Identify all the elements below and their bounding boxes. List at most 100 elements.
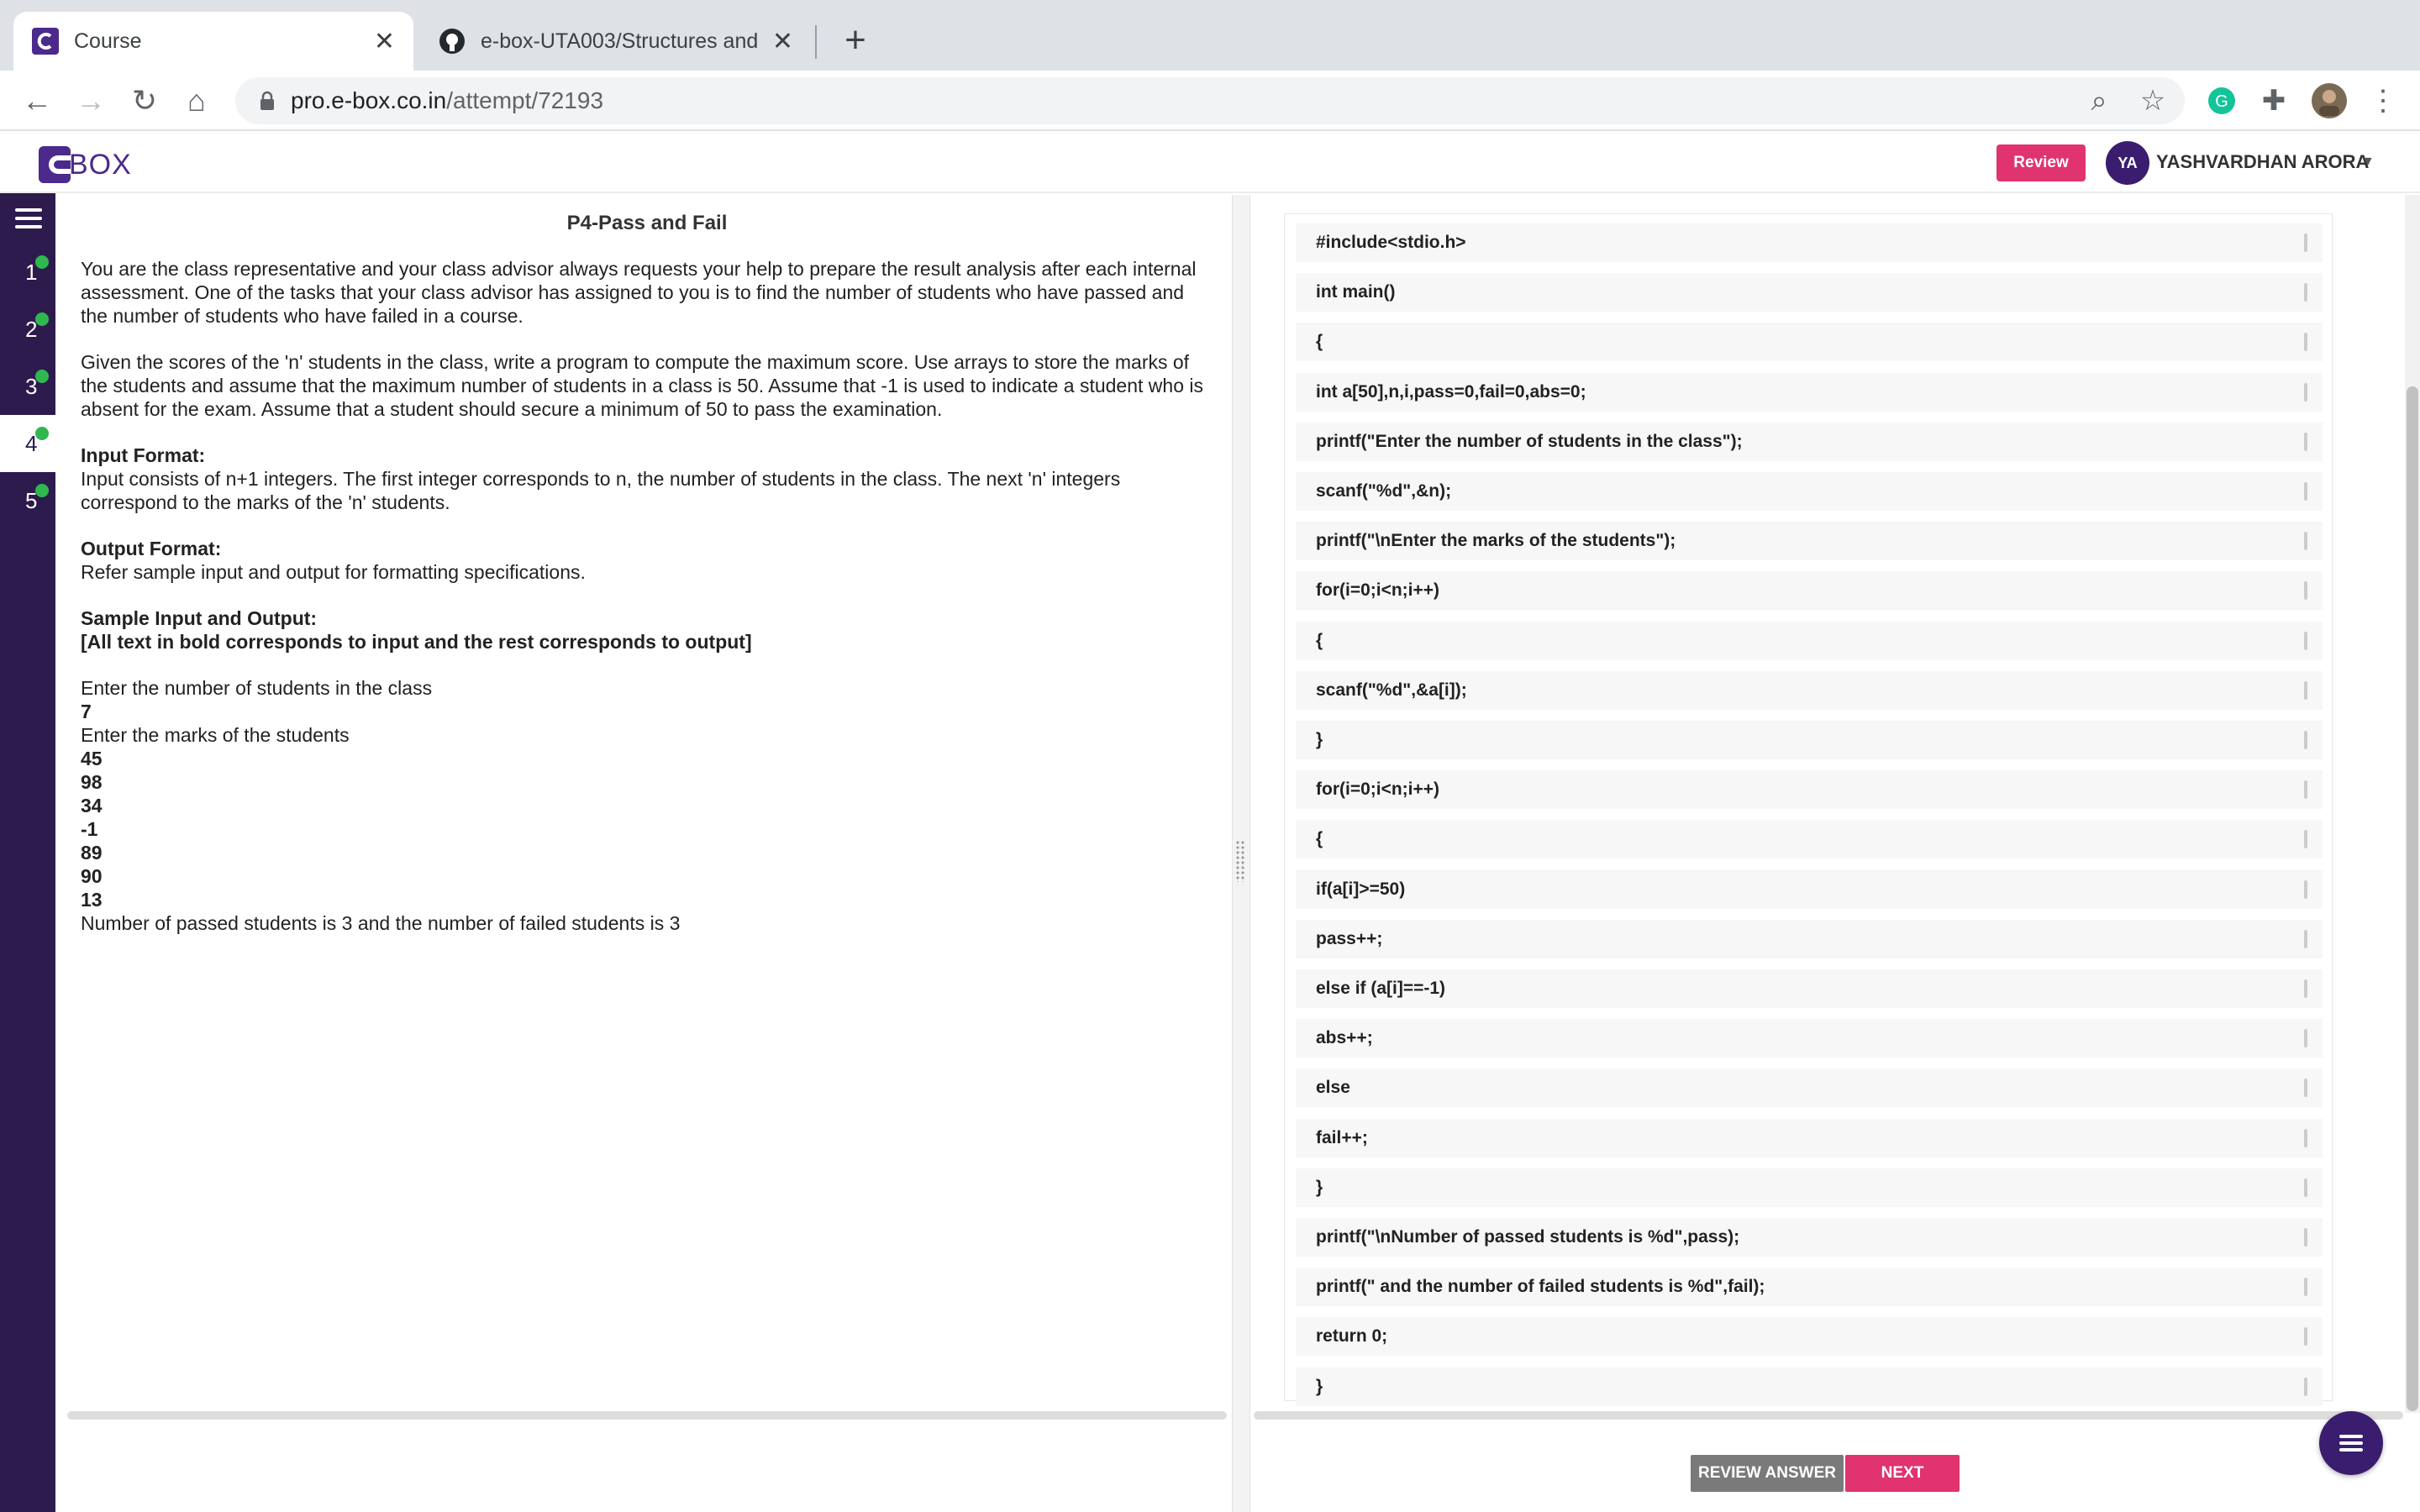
extensions-puzzle-icon[interactable]: ✚ (2254, 81, 2294, 121)
drag-handle-icon[interactable] (1235, 840, 1245, 882)
code-line[interactable]: pass++; (1296, 919, 2323, 958)
drag-handle-icon[interactable] (2304, 1278, 2307, 1297)
profile-avatar-icon[interactable] (2309, 81, 2349, 121)
horizontal-scrollbar[interactable] (1254, 1411, 2403, 1420)
bookmark-star-icon[interactable]: ☆ (2133, 81, 2173, 121)
drag-handle-icon[interactable] (2304, 1377, 2307, 1396)
horizontal-scrollbar[interactable] (67, 1411, 1227, 1420)
problem-title: P4-Pass and Fail (566, 212, 728, 234)
home-icon[interactable]: ⌂ (175, 79, 218, 123)
review-answer-button[interactable]: REVIEW ANSWER (1691, 1455, 1844, 1492)
vertical-scrollbar[interactable] (2407, 386, 2418, 1411)
question-nav-item[interactable]: 3 (0, 358, 55, 415)
review-button[interactable]: Review (1996, 144, 2086, 181)
drag-handle-icon[interactable] (2304, 979, 2307, 998)
drag-handle-icon[interactable] (2304, 680, 2307, 700)
drag-handle-icon[interactable] (2304, 234, 2307, 252)
code-line[interactable]: int main() (1296, 273, 2323, 312)
drag-handle-icon[interactable] (2304, 929, 2307, 948)
code-line[interactable]: { (1296, 621, 2323, 660)
sample-note: [All text in bold corresponds to input a… (81, 631, 752, 653)
close-tab-icon[interactable]: ✕ (374, 27, 395, 56)
drag-handle-icon[interactable] (2304, 1029, 2307, 1048)
code-line[interactable]: return 0; (1296, 1317, 2323, 1357)
code-line[interactable]: scanf("%d",&n); (1296, 472, 2323, 511)
check-icon (35, 484, 49, 497)
drag-handle-icon[interactable] (2304, 631, 2307, 650)
drag-handle-icon[interactable] (2304, 382, 2307, 402)
user-name[interactable]: YASHVARDHAN ARORA (2156, 151, 2369, 173)
ebox-logo-mark-icon (39, 146, 71, 183)
drag-handle-icon[interactable] (2304, 482, 2307, 501)
code-line[interactable]: else if (a[i]==-1) (1296, 969, 2323, 1008)
code-line[interactable]: #include<stdio.h> (1296, 223, 2323, 262)
menu-hamburger-icon[interactable] (0, 193, 55, 244)
drag-handle-icon[interactable] (2304, 333, 2307, 352)
drag-handle-icon[interactable] (2304, 1128, 2307, 1147)
drag-handle-icon[interactable] (2304, 830, 2307, 849)
question-nav-item[interactable]: 4 (0, 415, 55, 472)
code-line[interactable]: } (1296, 1168, 2323, 1207)
zoom-icon[interactable]: ⌕ (2079, 81, 2119, 121)
github-icon (439, 29, 465, 54)
code-line[interactable]: } (1296, 721, 2323, 759)
browser-menu-icon[interactable]: ⋮ (2363, 81, 2403, 121)
code-line[interactable]: else (1296, 1068, 2323, 1108)
question-number: 1 (25, 260, 38, 285)
next-button[interactable]: NEXT (1845, 1455, 1960, 1492)
code-line-text: int main() (1316, 282, 1396, 302)
address-bar[interactable]: pro.e-box.co.in/attempt/72193 (235, 77, 2185, 124)
grammarly-icon[interactable]: G (2202, 81, 2242, 121)
back-icon[interactable]: ← (15, 79, 59, 123)
reload-icon[interactable]: ↻ (123, 79, 166, 123)
code-line[interactable]: for(i=0;i<n;i++) (1296, 770, 2323, 810)
question-nav-item[interactable]: 2 (0, 301, 55, 358)
drag-handle-icon[interactable] (2304, 879, 2307, 899)
forward-icon[interactable]: → (69, 79, 113, 123)
code-line[interactable]: printf("\nNumber of passed students is %… (1296, 1218, 2323, 1257)
code-line[interactable]: { (1296, 820, 2323, 859)
code-line[interactable]: for(i=0;i<n;i++) (1296, 571, 2323, 611)
sample-line: 13 (81, 889, 103, 911)
code-line-text: if(a[i]>=50) (1316, 879, 1406, 899)
close-tab-icon[interactable]: ✕ (772, 27, 793, 56)
sample-line: Enter the marks of the students (81, 724, 350, 746)
tab-github[interactable]: e-box-UTA003/Structures and ✕ (420, 12, 812, 71)
code-line-text: { (1316, 332, 1323, 352)
code-line[interactable]: printf(" and the number of failed studen… (1296, 1268, 2323, 1307)
new-tab-button[interactable]: + (837, 17, 874, 64)
chevron-down-icon[interactable]: ▼ (2361, 155, 2375, 170)
drag-handle-icon[interactable] (2304, 1178, 2307, 1197)
code-line-text: printf(" and the number of failed studen… (1316, 1277, 1765, 1297)
code-line[interactable]: } (1296, 1367, 2323, 1406)
code-line[interactable]: printf("Enter the number of students in … (1296, 422, 2323, 461)
drag-handle-icon[interactable] (2304, 1327, 2307, 1347)
code-line[interactable]: scanf("%d",&a[i]); (1296, 670, 2323, 710)
input-format-heading: Input Format: (81, 444, 206, 466)
tab-course[interactable]: Course ✕ (13, 12, 413, 71)
code-line[interactable]: { (1296, 323, 2323, 362)
floating-menu-icon[interactable] (2319, 1411, 2383, 1475)
sample-line: Number of passed students is 3 and the n… (81, 912, 681, 934)
problem-task: Given the scores of the 'n' students in … (81, 351, 1203, 420)
drag-handle-icon[interactable] (2304, 1228, 2307, 1247)
code-line[interactable]: int a[50],n,i,pass=0,fail=0,abs=0; (1296, 372, 2323, 412)
question-number: 2 (25, 317, 38, 342)
tab-label: Course (74, 29, 142, 53)
code-line[interactable]: fail++; (1296, 1118, 2323, 1158)
drag-handle-icon[interactable] (2304, 780, 2307, 800)
question-nav-item[interactable]: 5 (0, 472, 55, 529)
code-line[interactable]: printf("\nEnter the marks of the student… (1296, 522, 2323, 561)
drag-handle-icon[interactable] (2304, 283, 2307, 302)
drag-handle-icon[interactable] (2304, 1079, 2307, 1098)
drag-handle-icon[interactable] (2304, 731, 2307, 749)
drag-handle-icon[interactable] (2304, 581, 2307, 601)
drag-handle-icon[interactable] (2304, 432, 2307, 451)
drag-handle-icon[interactable] (2304, 532, 2307, 551)
sample-line: 89 (81, 842, 103, 864)
code-line[interactable]: if(a[i]>=50) (1296, 869, 2323, 909)
user-avatar[interactable]: YA (2106, 141, 2149, 185)
code-line[interactable]: abs++; (1296, 1019, 2323, 1058)
lock-icon (260, 91, 274, 110)
question-nav-item[interactable]: 1 (0, 244, 55, 301)
